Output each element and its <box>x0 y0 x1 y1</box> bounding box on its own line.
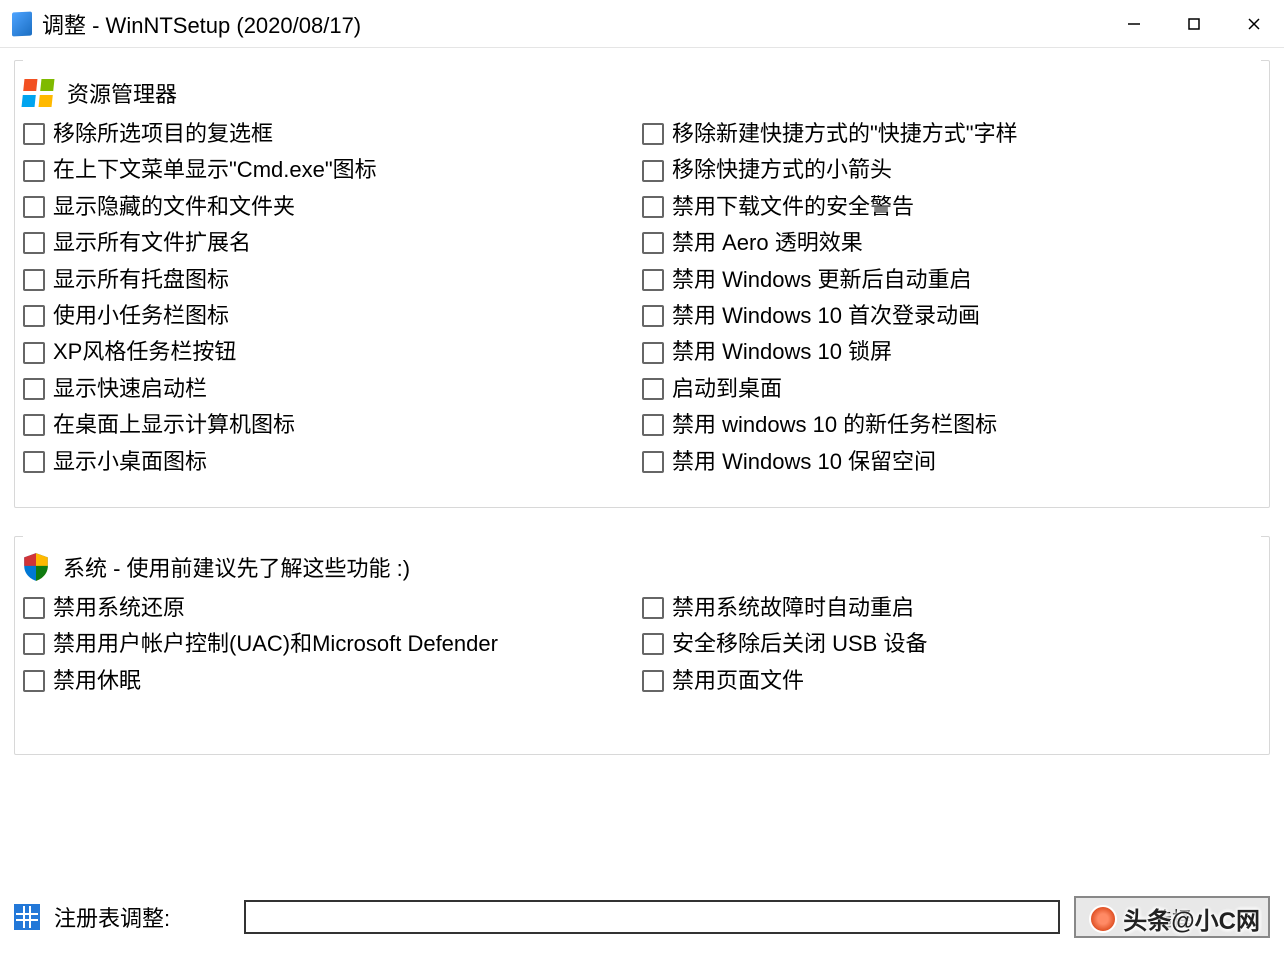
option-label[interactable]: 禁用 Windows 10 锁屏 <box>672 339 892 365</box>
option-label[interactable]: 禁用页面文件 <box>672 668 804 694</box>
checkbox[interactable] <box>23 269 45 291</box>
shield-icon <box>23 552 49 582</box>
checkbox[interactable] <box>642 269 664 291</box>
group-system: 系统 - 使用前建议先了解这些功能 :) 禁用系统还原 禁用用户帐户控制(UAC… <box>14 536 1270 755</box>
checkbox[interactable] <box>23 451 45 473</box>
checkbox[interactable] <box>23 123 45 145</box>
registry-icon <box>14 904 40 930</box>
checkbox[interactable] <box>23 414 45 436</box>
option-label[interactable]: 在上下文菜单显示"Cmd.exe"图标 <box>53 157 377 183</box>
app-icon <box>12 11 32 36</box>
checkbox[interactable] <box>23 342 45 364</box>
checkbox[interactable] <box>642 633 664 655</box>
checkbox[interactable] <box>642 597 664 619</box>
registry-path-input[interactable] <box>244 900 1060 934</box>
checkbox[interactable] <box>23 196 45 218</box>
option-label[interactable]: 移除新建快捷方式的"快捷方式"字样 <box>672 121 1018 147</box>
option-label[interactable]: 禁用 Windows 10 首次登录动画 <box>672 303 980 329</box>
windows-flag-icon <box>22 79 55 107</box>
checkbox[interactable] <box>23 670 45 692</box>
minimize-button[interactable] <box>1104 0 1164 47</box>
option-label[interactable]: 显示小桌面图标 <box>53 449 207 475</box>
option-label[interactable]: 显示隐藏的文件和文件夹 <box>53 194 295 220</box>
checkbox[interactable] <box>642 160 664 182</box>
option-label[interactable]: 禁用下载文件的安全警告 <box>672 194 914 220</box>
checkbox[interactable] <box>642 123 664 145</box>
checkbox[interactable] <box>23 160 45 182</box>
maximize-button[interactable] <box>1164 0 1224 47</box>
checkbox[interactable] <box>642 670 664 692</box>
checkbox[interactable] <box>23 597 45 619</box>
option-label[interactable]: 禁用用户帐户控制(UAC)和Microsoft Defender <box>53 631 498 657</box>
checkbox[interactable] <box>642 196 664 218</box>
option-label[interactable]: 使用小任务栏图标 <box>53 303 229 329</box>
checkbox[interactable] <box>642 305 664 327</box>
option-label[interactable]: 在桌面上显示计算机图标 <box>53 412 295 438</box>
option-label[interactable]: 启动到桌面 <box>672 376 782 402</box>
option-label[interactable]: 禁用休眠 <box>53 668 141 694</box>
option-label[interactable]: 禁用 Aero 透明效果 <box>672 230 863 256</box>
select-button[interactable]: 选择 <box>1074 896 1270 938</box>
checkbox[interactable] <box>23 633 45 655</box>
option-label[interactable]: 移除快捷方式的小箭头 <box>672 157 892 183</box>
option-label[interactable]: 禁用 Windows 10 保留空间 <box>672 449 936 475</box>
checkbox[interactable] <box>642 342 664 364</box>
checkbox[interactable] <box>642 451 664 473</box>
option-label[interactable]: 移除所选项目的复选框 <box>53 121 273 147</box>
close-button[interactable] <box>1224 0 1284 47</box>
window-title: 调整 - WinNTSetup (2020/08/17) <box>42 8 361 40</box>
registry-label: 注册表调整: <box>54 901 170 933</box>
option-label[interactable]: 安全移除后关闭 USB 设备 <box>672 631 927 657</box>
option-label[interactable]: 显示快速启动栏 <box>53 376 207 402</box>
option-label[interactable]: 显示所有托盘图标 <box>53 267 229 293</box>
checkbox[interactable] <box>23 378 45 400</box>
checkbox[interactable] <box>642 232 664 254</box>
group-system-title: 系统 - 使用前建议先了解这些功能 :) <box>63 551 410 583</box>
group-explorer-title: 资源管理器 <box>67 77 177 109</box>
checkbox[interactable] <box>642 378 664 400</box>
option-label[interactable]: 禁用 windows 10 的新任务栏图标 <box>672 412 997 438</box>
option-label[interactable]: 禁用系统故障时自动重启 <box>672 595 914 621</box>
checkbox[interactable] <box>642 414 664 436</box>
checkbox[interactable] <box>23 232 45 254</box>
footer-bar: 注册表调整: 选择 <box>14 896 1270 938</box>
titlebar: 调整 - WinNTSetup (2020/08/17) <box>0 0 1284 48</box>
select-button-label: 选择 <box>1152 903 1192 932</box>
group-explorer: 资源管理器 移除所选项目的复选框 在上下文菜单显示"Cmd.exe"图标 显示隐… <box>14 60 1270 508</box>
checkbox[interactable] <box>23 305 45 327</box>
option-label[interactable]: 禁用 Windows 更新后自动重启 <box>672 267 971 293</box>
option-label[interactable]: XP风格任务栏按钮 <box>53 339 236 365</box>
option-label[interactable]: 禁用系统还原 <box>53 595 185 621</box>
option-label[interactable]: 显示所有文件扩展名 <box>53 230 251 256</box>
